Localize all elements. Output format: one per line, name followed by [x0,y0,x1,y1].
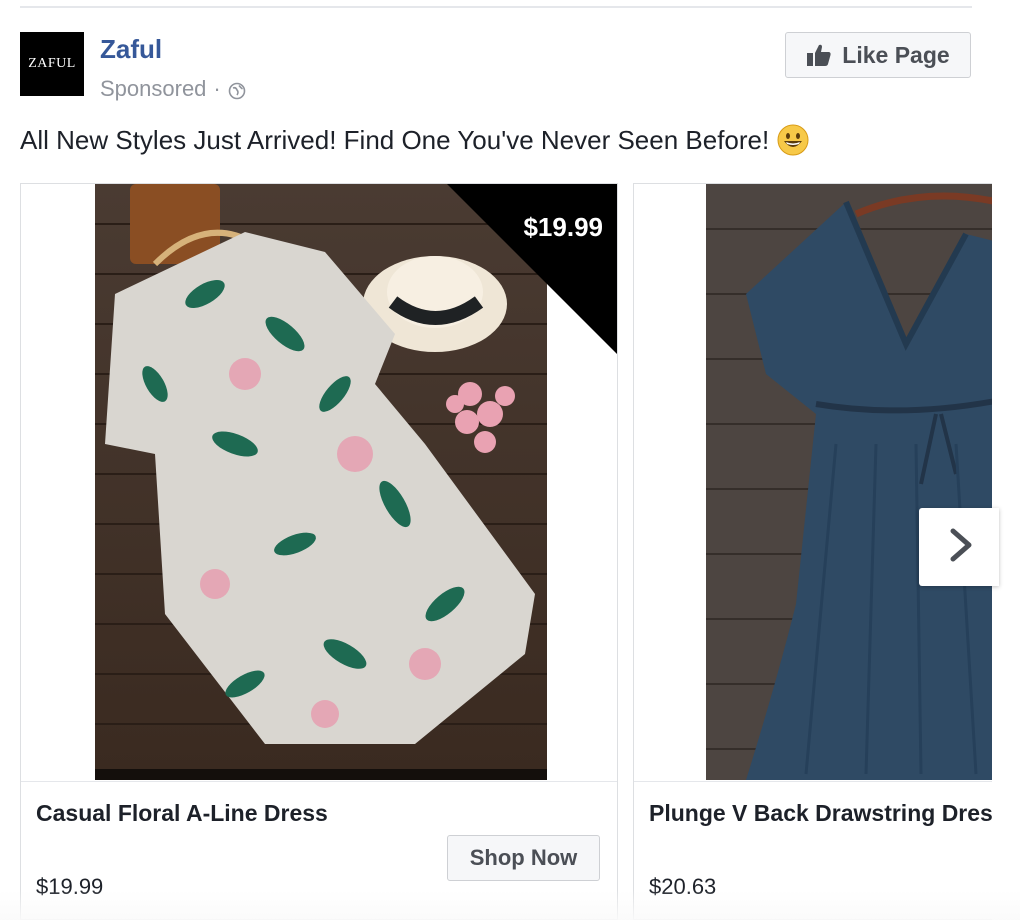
meta-separator: · [213,76,221,101]
logo-text: ZAFUL [28,56,76,71]
corner-price-label: $19.99 [523,212,603,242]
card-image-area[interactable]: $19.99 [21,184,617,780]
carousel-next-button[interactable] [919,508,999,586]
product-price: $20.63 [649,874,717,899]
post-meta: Sponsored · [100,76,246,102]
card-image-area[interactable] [634,184,992,780]
product-title[interactable]: Casual Floral A-Line Dress [36,800,328,827]
product-carousel[interactable]: $19.99 Casual Floral A-Line Dress $19.99… [20,183,992,920]
price-corner-banner [447,184,617,354]
navy-dress-image [706,184,992,780]
post-caption: All New Styles Just Arrived! Find One Yo… [20,124,809,156]
caption-text: All New Styles Just Arrived! Find One Yo… [20,124,770,155]
grinning-emoji-icon [777,124,809,156]
chevron-right-icon [947,527,975,568]
card-footer: Casual Floral A-Line Dress $19.99 Shop N… [21,781,617,920]
page-name-link[interactable]: Zaful [100,34,162,65]
feed-divider [20,6,972,8]
sponsored-label[interactable]: Sponsored [100,76,206,102]
card-footer: Plunge V Back Drawstring Dress $20.63 [634,781,992,920]
globe-icon [228,80,246,100]
product-title[interactable]: Plunge V Back Drawstring Dress [649,800,992,827]
page-logo[interactable]: ZAFUL [20,32,84,96]
carousel-card[interactable]: $19.99 Casual Floral A-Line Dress $19.99… [20,183,618,920]
shop-now-button[interactable]: Shop Now [447,835,600,881]
like-page-button[interactable]: Like Page [785,32,971,78]
product-price: $19.99 [36,874,104,899]
like-page-label: Like Page [842,41,950,68]
thumbs-up-icon [806,43,832,67]
